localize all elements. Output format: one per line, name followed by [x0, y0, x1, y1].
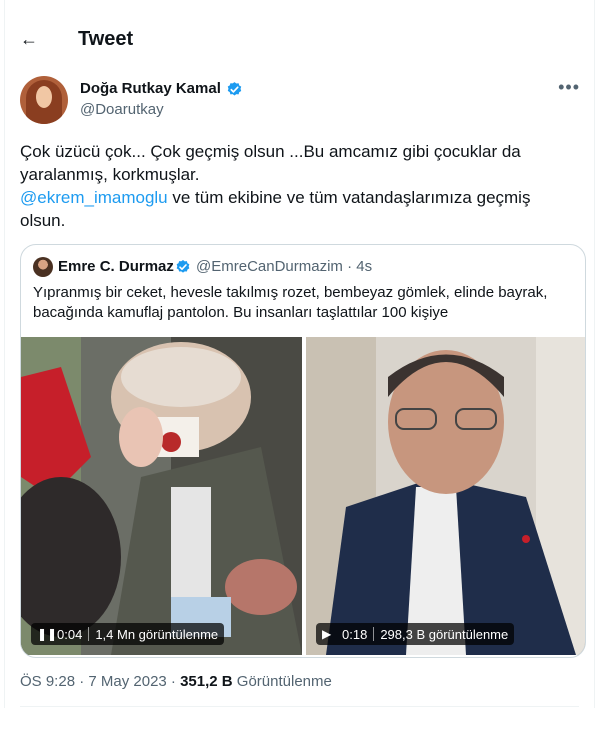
video-controls-1: ❚❚ 0:04 1,4 Mn görüntülenme — [31, 623, 225, 645]
tweet-header: Doğa Rutkay Kamal @Doarutkay ••• — [20, 76, 580, 126]
quoted-text: Yıpranmış bir ceket, hevesle takılmış ro… — [33, 284, 548, 321]
quoted-tweet-header: Emre C. Durmaz @EmreCanDurmazim · 4s — [33, 257, 573, 277]
back-arrow-icon[interactable]: ← — [20, 30, 38, 48]
author-handle[interactable]: @Doarutkay — [80, 101, 164, 119]
video-frame-2 — [306, 337, 585, 655]
views-label: Görüntülenme — [232, 673, 332, 690]
quoted-tweet[interactable]: Emre C. Durmaz @EmreCanDurmazim · 4s Yıp… — [20, 244, 586, 658]
quoted-handle-time[interactable]: @EmreCanDurmazim · 4s — [196, 258, 372, 276]
play-icon[interactable]: ▶ — [322, 627, 336, 641]
tweet-meta: ÖS 9:28 · 7 May 2023 · 351,2 B Görüntüle… — [20, 672, 332, 692]
tweet-text: Çok üzücü çok... Çok geçmiş olsun ...Bu … — [20, 140, 576, 232]
tweet-page: ← Tweet Doğa Rutkay Kamal @Doarutkay •••… — [0, 0, 599, 748]
video-thumbnail-1[interactable]: ❚❚ 0:04 1,4 Mn görüntülenme — [21, 337, 302, 655]
video-controls-2: ▶ 0:18 298,3 B görüntülenme — [316, 623, 515, 645]
more-icon[interactable]: ••• — [558, 78, 580, 96]
views-count: 351,2 B — [180, 673, 233, 690]
pause-icon[interactable]: ❚❚ — [37, 627, 57, 641]
verified-badge-icon — [176, 260, 190, 273]
tweet-timestamp[interactable]: ÖS 9:28 · 7 May 2023 · — [20, 673, 180, 690]
mention-link[interactable]: @ekrem_imamoglu — [20, 188, 168, 207]
divider — [20, 706, 579, 707]
quoted-avatar[interactable] — [33, 257, 53, 277]
video-views-2: 298,3 B görüntülenme — [380, 626, 509, 642]
video-views-1: 1,4 Mn görüntülenme — [95, 626, 219, 642]
video-frame-1 — [21, 337, 302, 655]
avatar[interactable] — [20, 76, 68, 124]
video-thumbnail-2[interactable]: ▶ 0:18 298,3 B görüntülenme — [306, 337, 585, 655]
column-border-right — [594, 0, 595, 708]
page-title: Tweet — [78, 28, 134, 50]
tweet-text-line1: Çok üzücü çok... Çok geçmiş olsun ...Bu … — [20, 142, 521, 184]
column-border-left — [4, 0, 5, 708]
verified-badge-icon — [227, 82, 242, 96]
video-time-2: 0:18 — [342, 626, 368, 642]
video-time-1: 0:04 — [57, 626, 83, 642]
top-bar: ← Tweet — [0, 0, 599, 52]
author-name[interactable]: Doğa Rutkay Kamal — [80, 80, 221, 98]
quoted-author-name[interactable]: Emre C. Durmaz — [58, 258, 174, 276]
